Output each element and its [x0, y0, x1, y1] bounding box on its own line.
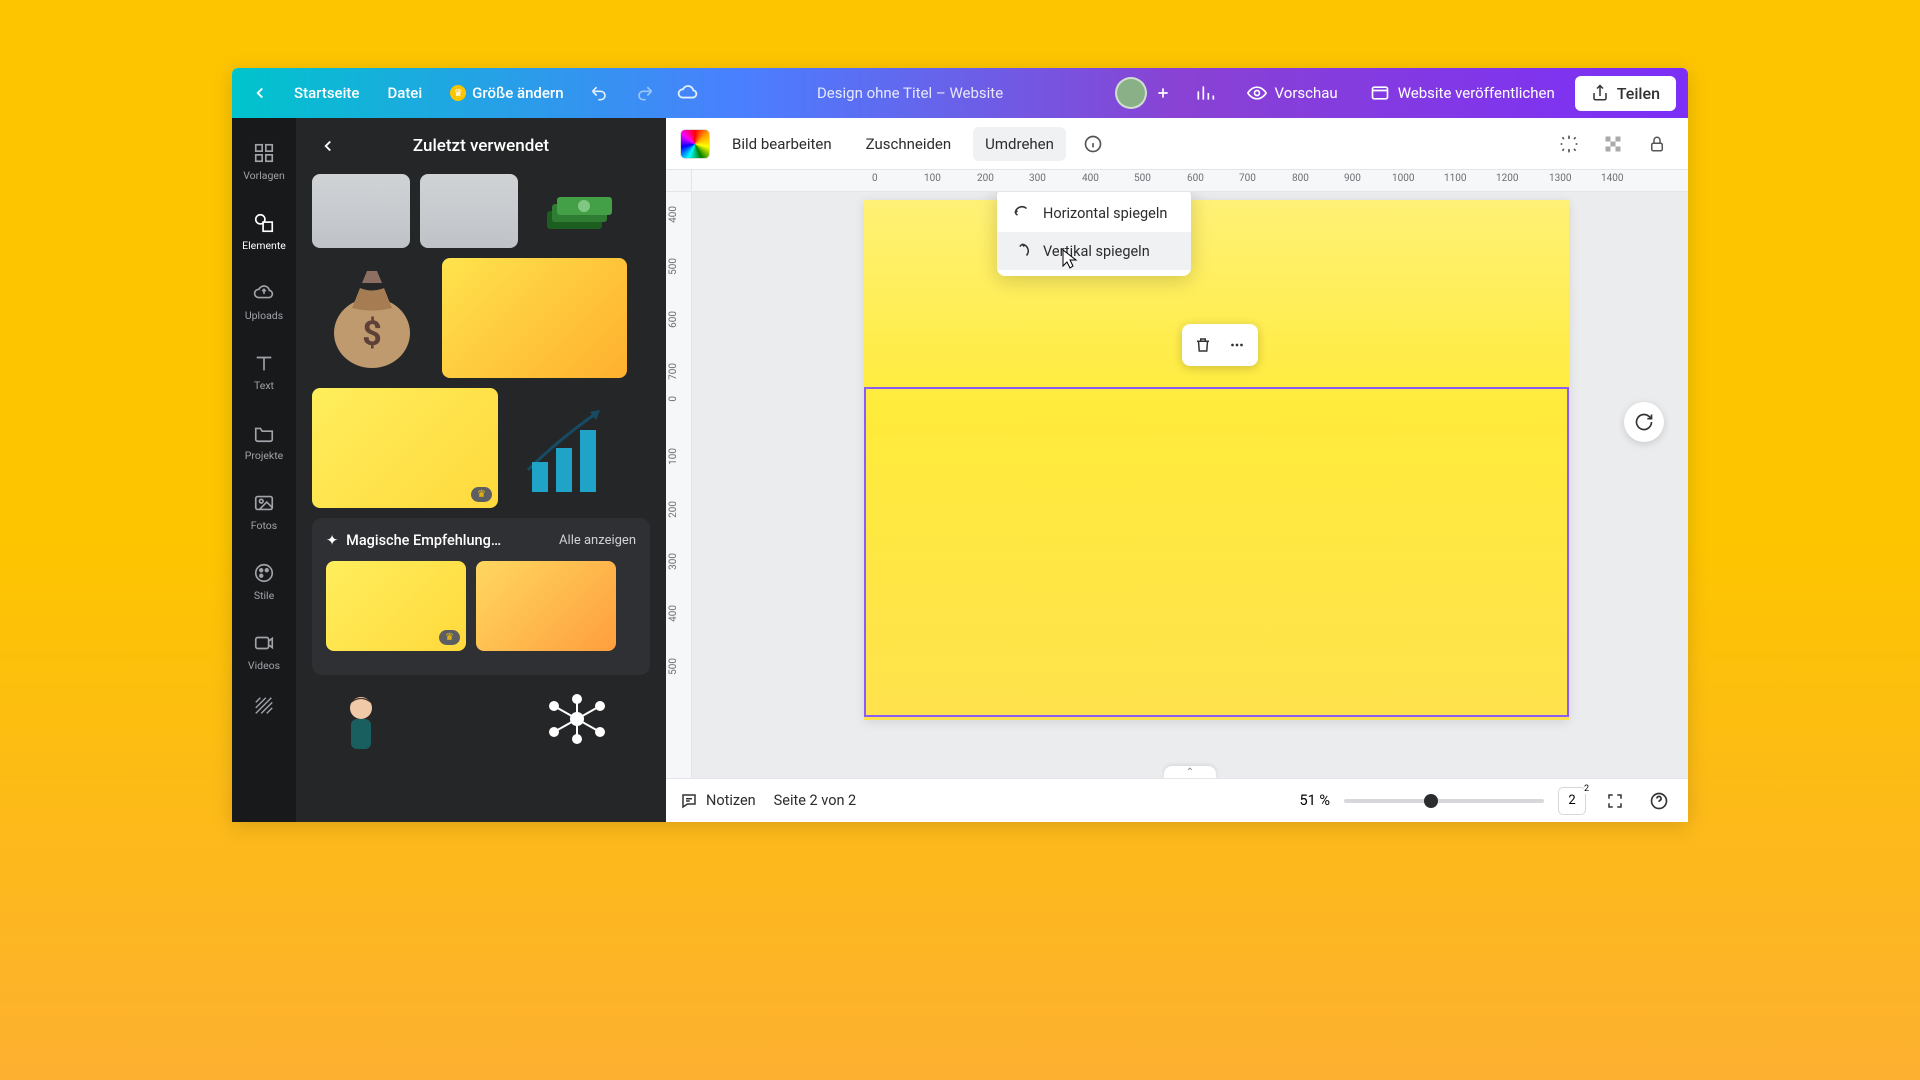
- animate-icon[interactable]: [1552, 127, 1586, 161]
- back-button[interactable]: [244, 77, 276, 109]
- photos-icon: [252, 491, 276, 515]
- flip-horizontal-item[interactable]: Horizontal spiegeln: [997, 194, 1191, 232]
- insights-button[interactable]: [1183, 77, 1227, 109]
- element-thumb-person[interactable]: [312, 689, 410, 749]
- rail-styles[interactable]: Stile: [232, 546, 296, 616]
- user-avatar[interactable]: [1115, 77, 1147, 109]
- text-icon: [252, 351, 276, 375]
- element-thumb[interactable]: [420, 689, 518, 749]
- element-thumb-money-stack[interactable]: [528, 174, 626, 248]
- rail-photos[interactable]: Fotos: [232, 476, 296, 546]
- svg-text:$: $: [362, 314, 382, 354]
- rail-text[interactable]: Text: [232, 336, 296, 406]
- rail-projects[interactable]: Projekte: [232, 406, 296, 476]
- element-floating-toolbar: [1182, 324, 1258, 366]
- rail-templates[interactable]: Vorlagen: [232, 126, 296, 196]
- fullscreen-button[interactable]: [1600, 786, 1630, 816]
- elements-panel: Zuletzt verwendet $: [296, 118, 666, 822]
- flip-button[interactable]: Umdrehen: [973, 127, 1066, 161]
- zoom-percent[interactable]: 51 %: [1299, 792, 1330, 809]
- rail-more[interactable]: [232, 686, 296, 726]
- rec-show-all[interactable]: Alle anzeigen: [559, 533, 636, 548]
- context-toolbar: Bild bearbeiten Zuschneiden Umdrehen: [666, 118, 1688, 170]
- sparkle-icon: ✦: [326, 532, 338, 549]
- element-thumb[interactable]: [420, 174, 518, 248]
- flip-dropdown: Horizontal spiegeln Vertikal spiegeln: [997, 192, 1191, 276]
- redo-button[interactable]: [626, 75, 662, 111]
- transparency-icon[interactable]: [1596, 127, 1630, 161]
- rec-title-label: Magische Empfehlung…: [346, 532, 501, 549]
- hatch-icon: [252, 694, 276, 718]
- uploads-icon: [252, 281, 276, 305]
- projects-icon: [252, 421, 276, 445]
- flip-vertical-icon: [1013, 242, 1031, 260]
- templates-icon: [252, 141, 276, 165]
- footer-bar: Notizen Seite 2 von 2 51 % 2: [666, 778, 1688, 822]
- publish-label: Website veröffentlichen: [1398, 84, 1555, 102]
- zoom-slider[interactable]: [1344, 799, 1544, 803]
- edit-image-button[interactable]: Bild bearbeiten: [720, 127, 844, 161]
- element-thumb-yellow[interactable]: ♛: [312, 388, 498, 508]
- videos-icon: [252, 631, 276, 655]
- ruler-horizontal: 0 100 200 300 400 500 600 700 800 900 10…: [692, 170, 1688, 192]
- more-element-button[interactable]: [1222, 330, 1252, 360]
- resize-button[interactable]: ♛ Größe ändern: [440, 78, 573, 108]
- styles-icon: [252, 561, 276, 585]
- file-menu[interactable]: Datei: [377, 78, 432, 108]
- premium-badge-icon: ♛: [439, 630, 460, 645]
- element-thumb[interactable]: [312, 174, 410, 248]
- add-collaborator-button[interactable]: [1151, 81, 1175, 105]
- rail-elements[interactable]: Elemente: [232, 196, 296, 266]
- home-link[interactable]: Startseite: [284, 78, 369, 108]
- premium-badge-icon: ♛: [471, 487, 492, 502]
- crown-icon: ♛: [450, 85, 466, 101]
- info-icon[interactable]: [1076, 127, 1110, 161]
- left-rail: Vorlagen Elemente Uploads Text Projekte …: [232, 118, 296, 822]
- canvas-area: Bild bearbeiten Zuschneiden Umdrehen 0 1…: [666, 118, 1688, 822]
- elements-icon: [252, 211, 276, 235]
- resize-label: Größe ändern: [472, 84, 563, 102]
- page-indicator[interactable]: Seite 2 von 2: [774, 792, 857, 809]
- flip-vertical-item[interactable]: Vertikal spiegeln: [997, 232, 1191, 270]
- element-thumb-network[interactable]: [528, 689, 626, 749]
- notes-button[interactable]: Notizen: [680, 792, 756, 810]
- page-expand-handle[interactable]: ⌃: [1164, 766, 1216, 778]
- element-thumb-gradient[interactable]: [442, 258, 627, 378]
- flip-horizontal-icon: [1013, 204, 1031, 222]
- delete-element-button[interactable]: [1188, 330, 1218, 360]
- share-label: Teilen: [1617, 84, 1660, 103]
- recommendations-section: ✦ Magische Empfehlung… Alle anzeigen ♛: [312, 518, 650, 675]
- element-thumb-money-bag[interactable]: $: [312, 258, 432, 378]
- crop-button[interactable]: Zuschneiden: [854, 127, 964, 161]
- cloud-sync-icon[interactable]: [670, 75, 706, 111]
- artboard-viewport[interactable]: Horizontal spiegeln Vertikal spiegeln ⌃: [692, 192, 1688, 778]
- help-button[interactable]: [1644, 786, 1674, 816]
- ruler-vertical: 400 500 600 700 0 100 200 300 400 500: [666, 192, 692, 778]
- share-button[interactable]: Teilen: [1575, 76, 1676, 111]
- rec-thumb[interactable]: [476, 561, 616, 651]
- preview-label: Vorschau: [1275, 84, 1338, 102]
- page-artboard[interactable]: [864, 200, 1569, 720]
- rail-videos[interactable]: Videos: [232, 616, 296, 686]
- rec-thumb[interactable]: ♛: [326, 561, 466, 651]
- top-toolbar: Startseite Datei ♛ Größe ändern Design o…: [232, 68, 1688, 118]
- design-title[interactable]: Design ohne Titel – Website: [714, 84, 1107, 102]
- preview-button[interactable]: Vorschau: [1235, 77, 1350, 109]
- regenerate-button[interactable]: [1624, 402, 1664, 442]
- rail-uploads[interactable]: Uploads: [232, 266, 296, 336]
- panel-back-button[interactable]: [312, 130, 344, 162]
- panel-title: Zuletzt verwendet: [360, 136, 602, 156]
- undo-button[interactable]: [582, 75, 618, 111]
- publish-button[interactable]: Website veröffentlichen: [1358, 77, 1567, 109]
- lock-icon[interactable]: [1640, 127, 1674, 161]
- page-grid-button[interactable]: 2: [1558, 787, 1586, 815]
- color-picker-button[interactable]: [680, 129, 710, 159]
- element-thumb-chart[interactable]: [508, 388, 618, 508]
